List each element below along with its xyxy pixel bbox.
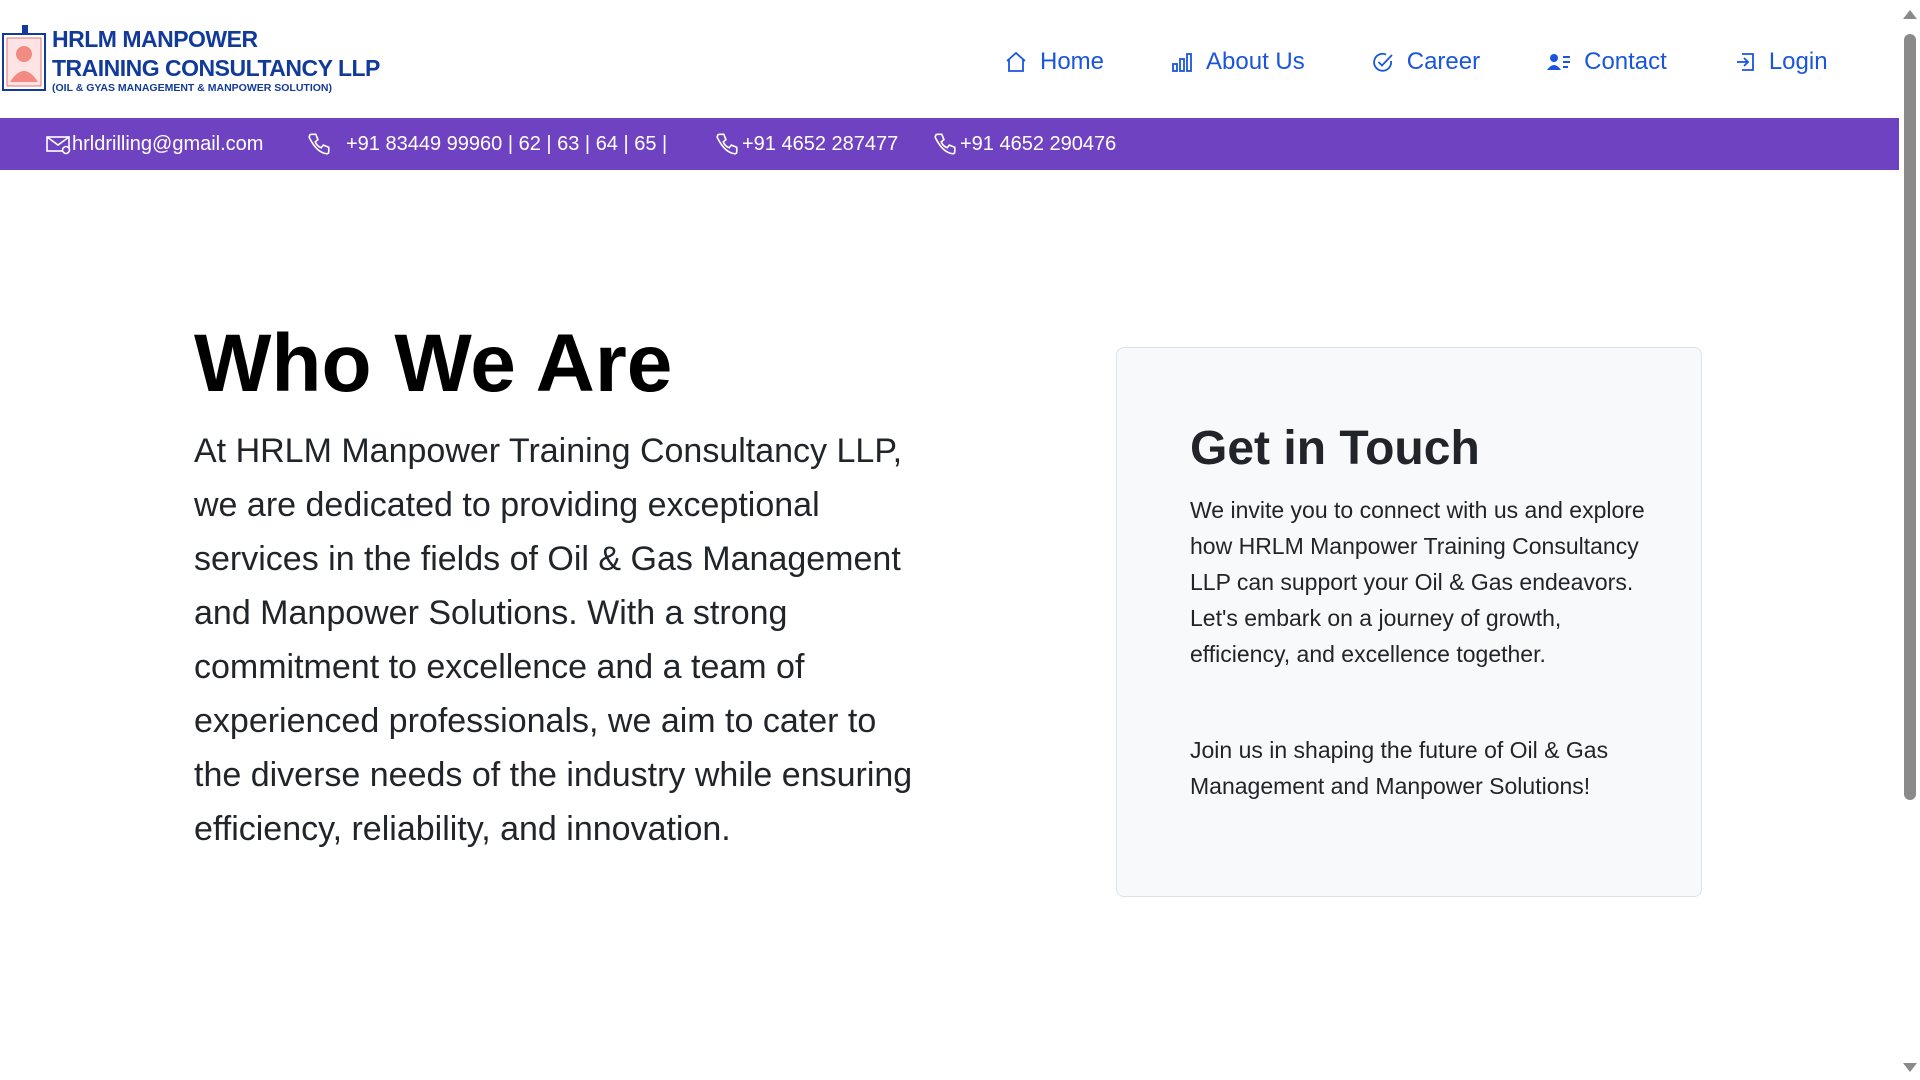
nav-login-label: Login (1768, 48, 1828, 75)
brand-name-line1: HRLM MANPOWER (52, 26, 258, 52)
card-paragraph-1: We invite you to connect with us and exp… (1190, 497, 1645, 667)
nav-about-us[interactable]: About Us (1170, 48, 1305, 76)
scroll-up-arrow-icon[interactable] (1903, 10, 1917, 19)
card-paragraph-2: Join us in shaping the future of Oil & G… (1190, 737, 1609, 799)
phone-icon (308, 133, 330, 155)
home-icon (1006, 51, 1026, 72)
phone-text-2: +91 4652 287477 (742, 132, 899, 155)
section-description: At HRLM Manpower Training Consultancy LL… (194, 432, 913, 848)
nav-about-us-label: About Us (1206, 48, 1305, 75)
brand-text: HRLM MANPOWER TRAINING CONSULTANCY LLP (… (52, 25, 380, 95)
main-nav: Home About Us Career Contact Login (1004, 48, 1828, 76)
scroll-down-arrow-icon[interactable] (1903, 1063, 1917, 1072)
email-text: hrldrilling@gmail.com (72, 132, 264, 155)
contact-card: Get in Touch We invite you to connect wi… (1116, 347, 1702, 897)
card-title: Get in Touch (1190, 422, 1480, 475)
section-title: Who We Are (194, 318, 673, 409)
contact-bar: hrldrilling@gmail.com +91 83449 99960 | … (0, 118, 1899, 170)
phone-item-2[interactable]: +91 4652 287477 (714, 118, 898, 170)
brand-name-line2: TRAINING CONSULTANCY LLP (52, 55, 380, 81)
page: HRLM MANPOWER TRAINING CONSULTANCY LLP (… (0, 0, 1920, 1080)
person-lines-icon (1547, 54, 1571, 70)
nav-career-label: Career (1406, 48, 1481, 75)
viewport: HRLM MANPOWER TRAINING CONSULTANCY LLP (… (0, 0, 1899, 1080)
scroll-thumb[interactable] (1904, 34, 1916, 800)
brand-tagline: (OIL & GYAS MANAGEMENT & MANPOWER SOLUTI… (52, 82, 333, 94)
phone-icon (716, 133, 738, 155)
phone-item-3[interactable]: +91 4652 290476 (932, 118, 1116, 170)
phone-text-1: +91 83449 99960 | 62 | 63 | 64 | 65 | (346, 132, 668, 155)
company-logo-icon (2, 22, 46, 92)
phone-icon (934, 133, 956, 155)
nav-career[interactable]: Career (1371, 48, 1480, 76)
phone-text-3: +91 4652 290476 (960, 132, 1117, 155)
check-circle-icon (1372, 52, 1393, 72)
nav-contact[interactable]: Contact (1546, 48, 1667, 76)
brand-logo-link[interactable]: HRLM MANPOWER TRAINING CONSULTANCY LLP (… (2, 22, 380, 95)
nav-contact-label: Contact (1584, 48, 1667, 75)
bar-chart-icon (1172, 53, 1192, 72)
login-icon (1736, 53, 1754, 71)
nav-login[interactable]: Login (1733, 48, 1828, 76)
nav-home-label: Home (1040, 48, 1105, 75)
phone-item-1[interactable]: +91 83449 99960 | 62 | 63 | 64 | 65 | (306, 118, 667, 170)
navbar: HRLM MANPOWER TRAINING CONSULTANCY LLP (… (0, 0, 1899, 118)
page-scrollbar[interactable] (1899, 0, 1920, 1080)
nav-home[interactable]: Home (1004, 48, 1104, 76)
envelope-icon (46, 136, 71, 155)
email-item[interactable]: hrldrilling@gmail.com (46, 118, 263, 170)
